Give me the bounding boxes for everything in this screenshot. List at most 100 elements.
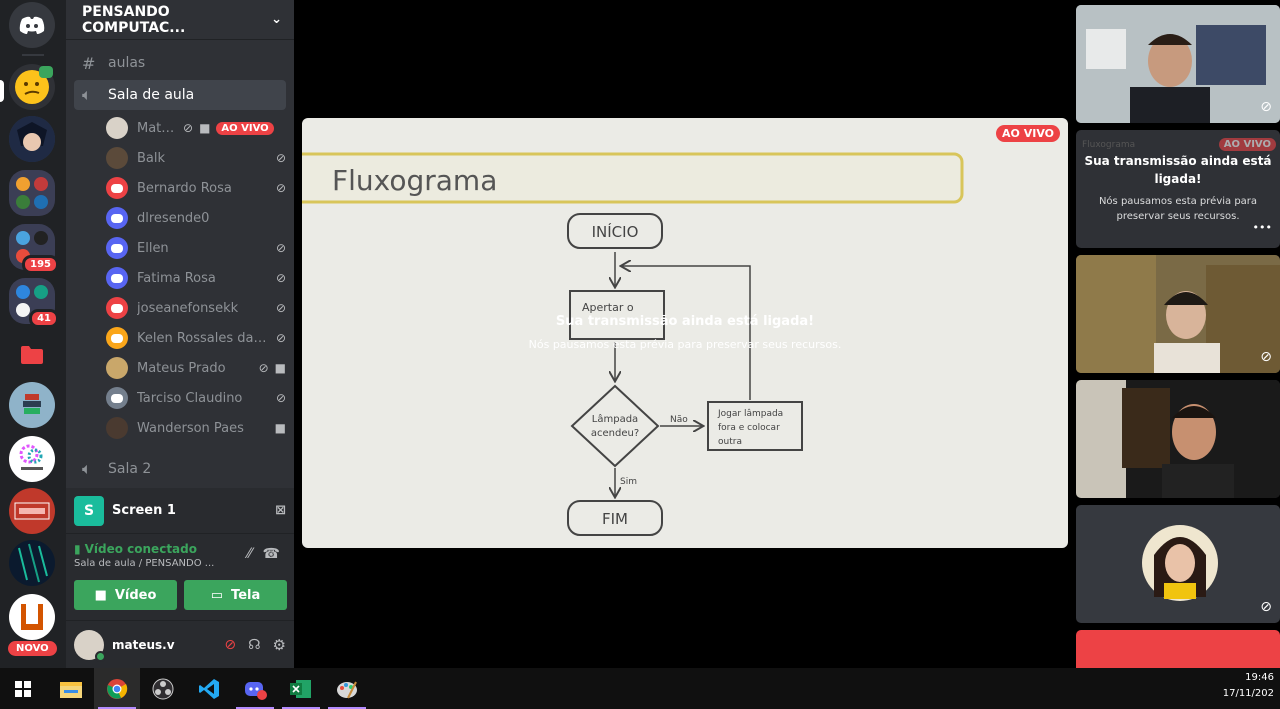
chevron-down-icon: ⌄	[271, 12, 282, 27]
avatar	[106, 147, 128, 169]
video-tile-participant[interactable]	[1076, 380, 1280, 498]
discord-avatar-icon	[106, 327, 128, 349]
voice-user[interactable]: Balk ⊘	[106, 144, 286, 172]
user-name: joseanefonsekk	[137, 300, 239, 316]
user-name: Mateus Prado	[137, 360, 226, 376]
discord-avatar-icon	[106, 297, 128, 319]
node-action-1: Jogar lâmpada	[717, 409, 783, 419]
mic-muted-icon: ⊘	[1260, 99, 1272, 115]
more-options-icon[interactable]: •••	[1253, 221, 1272, 234]
user-panel: mateus.v ⊘ ☊ ⚙	[66, 620, 294, 668]
voice-user[interactable]: Wanderson Paes ■	[106, 414, 286, 442]
server-folder-1[interactable]	[9, 170, 55, 216]
server-digital-rain[interactable]	[9, 540, 55, 586]
monitor-icon: ▭	[210, 587, 224, 603]
mic-muted-icon: ⊘	[1260, 599, 1272, 615]
windows-taskbar: 19:46 17/11/202	[0, 668, 1280, 709]
node-action-2: fora e colocar	[718, 423, 780, 433]
server-anime-avatar[interactable]	[9, 116, 55, 162]
voice-user[interactable]: Bernardo Rosa ⊘	[106, 174, 286, 202]
screen-share-row[interactable]: S Screen 1 ⊠	[66, 488, 294, 534]
windows-start-icon[interactable]	[0, 668, 46, 709]
stream-preview-tile[interactable]: Fluxograma AO VIVO Sua transmissão ainda…	[1076, 130, 1280, 248]
server-pensando-computacional[interactable]	[9, 436, 55, 482]
voice-user[interactable]: Ellen ⊘	[106, 234, 286, 262]
vscode-icon[interactable]	[186, 668, 232, 709]
avatar[interactable]	[74, 629, 106, 662]
video-tile-participant[interactable]: ⊘	[1076, 255, 1280, 373]
node-end: FIM	[602, 510, 628, 528]
server-singular[interactable]	[9, 488, 55, 534]
voice-user[interactable]: Mate... ⊘ ■ AO VIVO	[106, 114, 286, 142]
camera-icon: ■	[94, 587, 107, 603]
gear-icon[interactable]: ⚙	[273, 636, 286, 654]
video-button[interactable]: ■ Vídeo	[74, 580, 177, 610]
clock-date: 17/11/202	[1222, 688, 1274, 699]
voice-user[interactable]: Kelen Rossales da S... ⊘	[106, 324, 286, 352]
new-unreads-pill[interactable]: NOVO	[8, 641, 57, 656]
server-folder-2[interactable]: 195	[9, 224, 59, 274]
paused-subtitle: Nós pausamos esta prévia para preservar …	[1098, 196, 1258, 222]
mic-muted-icon: ⊘	[275, 151, 286, 165]
server-books[interactable]	[9, 382, 55, 428]
screen-button-label: Tela	[231, 587, 261, 603]
mic-muted-icon: ⊘	[275, 271, 286, 285]
voice-user[interactable]: joseanefonsekk ⊘	[106, 294, 286, 322]
mic-muted-icon[interactable]: ⊘	[224, 637, 236, 653]
server-u-logo[interactable]	[9, 594, 55, 640]
excel-icon[interactable]	[278, 668, 324, 709]
paint-icon[interactable]	[324, 668, 370, 709]
signal-icon: ▮	[74, 542, 81, 556]
server-thinking-emoji[interactable]	[9, 64, 55, 110]
avatar	[106, 117, 128, 139]
file-explorer-icon[interactable]	[48, 668, 94, 709]
video-button-label: Vídeo	[114, 587, 157, 603]
video-tile-avatar[interactable]: ⊘	[1076, 505, 1280, 623]
screen-avatar: S	[74, 495, 104, 526]
voice-user[interactable]: Tarciso Claudino ⊘	[106, 384, 286, 412]
user-name: Wanderson Paes	[137, 420, 244, 436]
paused-title: Sua transmissão ainda está ligada!	[1084, 154, 1272, 186]
node-press: Apertar o	[582, 301, 634, 314]
mic-muted-icon: ⊘	[275, 331, 286, 345]
speaker-icon: 🔈︎	[82, 85, 92, 104]
video-tile-teacher[interactable]: ⊘	[1076, 5, 1280, 123]
video-tiles: ⊘ Fluxograma AO VIVO Sua transmissão ain…	[1070, 0, 1280, 668]
screen-share-button[interactable]: ▭ Tela	[184, 580, 287, 610]
discord-home-icon[interactable]	[9, 2, 55, 48]
folder-icon[interactable]	[9, 332, 55, 378]
voice-user[interactable]: Fatima Rosa ⊘	[106, 264, 286, 292]
channel-sala-de-aula[interactable]: 🔈︎ Sala de aula	[74, 80, 286, 110]
channel-label: aulas	[108, 55, 146, 71]
video-tile-partial[interactable]	[1076, 630, 1280, 668]
avatar	[106, 357, 128, 379]
user-name: Balk	[137, 150, 166, 166]
voice-status[interactable]: Vídeo conectado	[85, 542, 197, 556]
close-screen-icon[interactable]: ⊠	[275, 503, 286, 518]
discord-taskbar-icon[interactable]	[232, 668, 278, 709]
discord-avatar-icon	[106, 387, 128, 409]
user-name: Tarciso Claudino	[137, 390, 243, 406]
voice-location[interactable]: Sala de aula / PENSANDO ...	[74, 558, 286, 569]
voice-user[interactable]: dlresende0	[106, 204, 286, 232]
camera-icon: ■	[274, 421, 286, 435]
server-rail: 195 41 NOVO	[0, 0, 66, 668]
camera-icon: ■	[274, 361, 286, 375]
server-header[interactable]: PENSANDO COMPUTAC... ⌄	[66, 0, 294, 40]
noise-suppression-icon[interactable]: ⁄⁄	[247, 546, 252, 562]
voice-user[interactable]: Mateus Prado ⊘ ■	[106, 354, 286, 382]
mic-muted-icon: ⊘	[183, 121, 194, 135]
hash-icon: #	[82, 53, 96, 73]
disconnect-icon[interactable]: ☎	[263, 546, 280, 562]
stream-stage: Fluxograma INÍCIO Apertar o Lâmpada acen…	[294, 0, 1070, 668]
channel-aulas[interactable]: # aulas	[74, 48, 286, 78]
voice-connection-panel: ▮ Vídeo conectado ⁄⁄ ☎ Sala de aula / PE…	[66, 534, 294, 620]
system-clock[interactable]: 19:46 17/11/202	[1223, 670, 1274, 702]
obs-icon[interactable]	[140, 668, 186, 709]
channel-sala-2[interactable]: 🔈︎ Sala 2	[74, 454, 286, 484]
stream-preview[interactable]: Fluxograma INÍCIO Apertar o Lâmpada acen…	[302, 118, 1068, 548]
mic-muted-icon: ⊘	[275, 301, 286, 315]
server-folder-3[interactable]: 41	[9, 278, 59, 328]
chrome-icon[interactable]	[94, 668, 140, 709]
headphones-icon[interactable]: ☊	[248, 637, 260, 653]
